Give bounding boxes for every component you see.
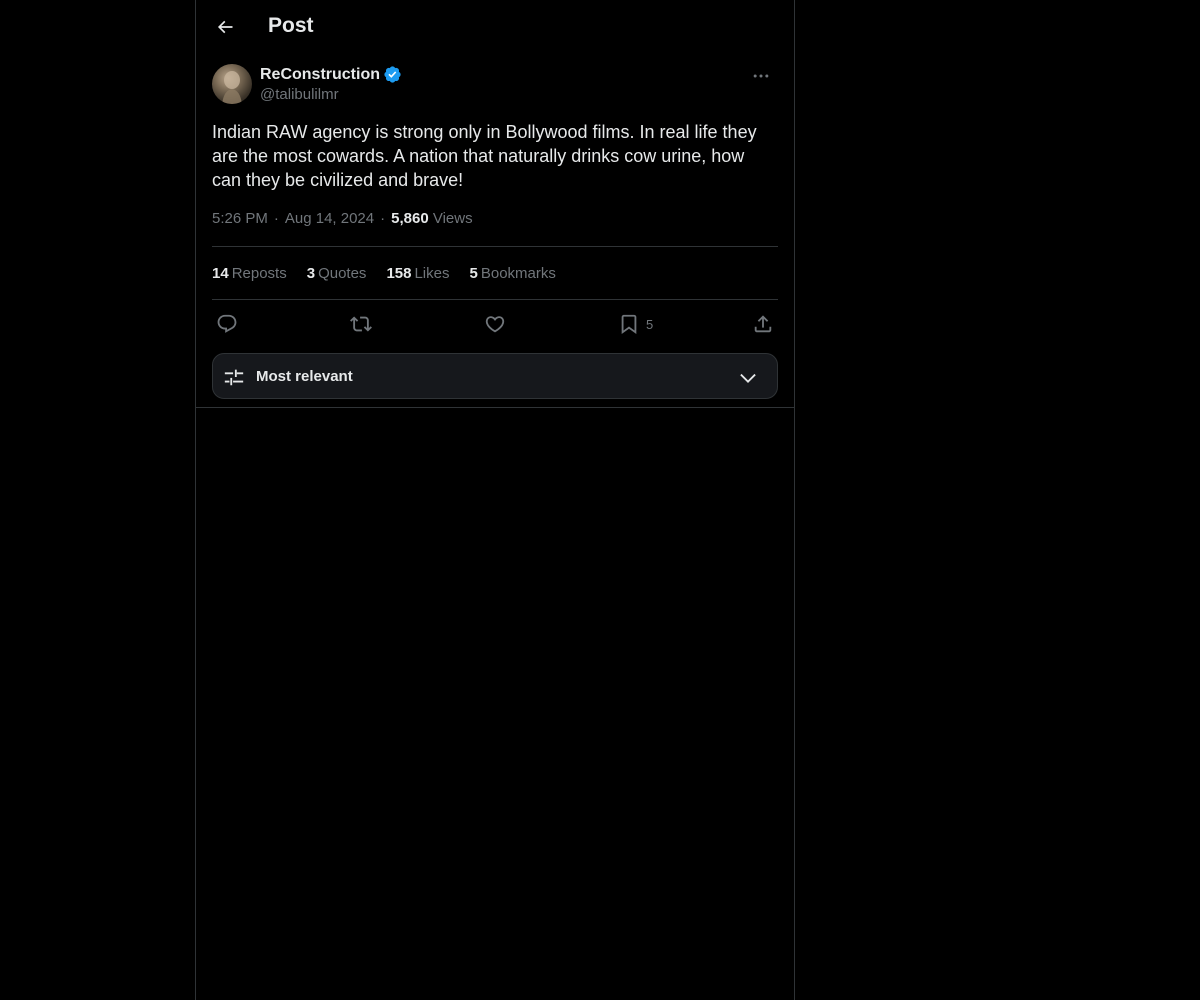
quotes-stat[interactable]: 3 Quotes <box>307 265 367 282</box>
arrow-left-icon <box>217 20 233 34</box>
verified-badge-icon <box>383 65 402 84</box>
likes-stat[interactable]: 158 Likes <box>386 265 449 282</box>
post-date[interactable]: Aug 14, 2024 <box>285 210 374 227</box>
main-column: Post ReConstruction @talibulilmr Indian … <box>195 0 795 1000</box>
sort-label: Most relevant <box>256 368 353 385</box>
post-meta: 5:26 PM · Aug 14, 2024 · 5,860 Views <box>212 207 778 231</box>
repost-icon <box>350 316 372 332</box>
avatar[interactable] <box>212 64 252 104</box>
bookmarks-stat[interactable]: 5 Bookmarks <box>470 265 556 282</box>
author-row: ReConstruction @talibulilmr <box>212 64 778 108</box>
section-divider <box>196 407 794 408</box>
avatar-image <box>222 71 242 104</box>
author-handle[interactable]: @talibulilmr <box>260 86 339 103</box>
bookmark-button[interactable]: 5 <box>618 311 653 337</box>
post-text: Indian RAW agency is strong only in Boll… <box>212 122 757 190</box>
share-icon <box>754 315 772 333</box>
like-button[interactable] <box>484 311 506 337</box>
views-count: 5,860 <box>391 210 429 227</box>
post-article: ReConstruction @talibulilmr Indian RAW a… <box>212 64 778 348</box>
repost-button[interactable] <box>350 311 372 337</box>
action-bar: 5 <box>212 300 778 348</box>
bookmark-icon <box>621 314 637 335</box>
back-button[interactable] <box>208 10 242 44</box>
more-options-button[interactable] <box>744 64 778 88</box>
reposts-stat[interactable]: 14 Reposts <box>212 265 287 282</box>
post-time[interactable]: 5:26 PM <box>212 210 268 227</box>
reply-icon <box>217 314 237 333</box>
author-name-wrap: ReConstruction <box>260 65 402 84</box>
post-header: Post <box>196 0 794 54</box>
reply-button[interactable] <box>216 311 238 337</box>
heart-icon <box>485 316 505 333</box>
share-button[interactable] <box>752 311 774 337</box>
engagement-stats: 14 Reposts 3 Quotes 158 Likes 5 Bookmarks <box>212 247 778 299</box>
meta-separator: · <box>273 210 279 227</box>
reply-sort-dropdown[interactable]: Most relevant <box>212 353 778 399</box>
more-dots-icon <box>753 74 769 78</box>
sliders-icon <box>224 369 244 386</box>
chevron-down-icon <box>740 373 756 383</box>
views-label: Views <box>432 210 473 227</box>
bookmark-count: 5 <box>646 316 654 332</box>
author-name[interactable]: ReConstruction <box>260 66 380 84</box>
meta-separator: · <box>380 210 386 227</box>
page-title: Post <box>268 14 314 37</box>
